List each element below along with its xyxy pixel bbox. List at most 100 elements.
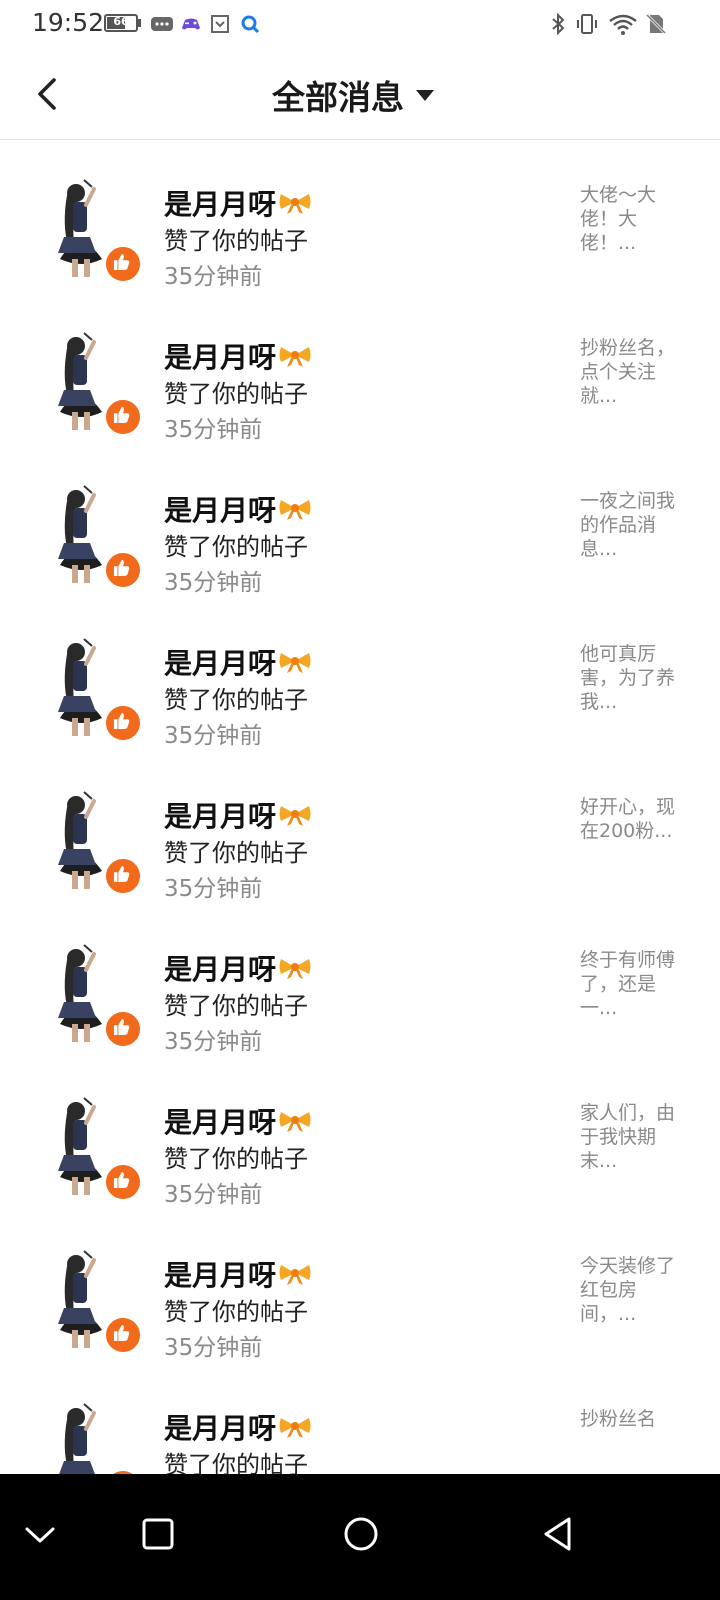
notification-action: 赞了你的帖子 — [164, 1451, 308, 1474]
battery-level-text: 66 — [113, 15, 129, 28]
vibrate-icon — [577, 14, 597, 34]
thumbs-up-icon — [104, 551, 142, 589]
notification-item[interactable]: 是月月呀 赞了你的帖子 35分钟前 今天装修了红包房间，... — [0, 1212, 720, 1365]
avatar[interactable] — [32, 175, 142, 283]
wifi-icon — [609, 14, 637, 35]
bow-icon — [279, 1418, 311, 1438]
thumbs-up-icon — [104, 398, 142, 436]
notification-action: 赞了你的帖子 — [164, 839, 308, 867]
username-row: 是月月呀 — [164, 183, 312, 223]
caret-down-icon — [416, 89, 434, 101]
avatar[interactable] — [32, 481, 142, 589]
username-row: 是月月呀 — [164, 1407, 312, 1447]
header: 全部消息 — [0, 48, 720, 140]
search-app-icon — [241, 15, 260, 34]
username-row: 是月月呀 — [164, 489, 312, 529]
avatar[interactable] — [32, 940, 142, 1048]
notification-time: 35分钟前 — [164, 570, 263, 596]
notification-list[interactable]: 是月月呀 赞了你的帖子 35分钟前 大佬～大佬！大佬！... 是月月呀 赞了你的帖子 35… — [0, 141, 720, 1474]
back-triangle-icon[interactable] — [528, 1504, 588, 1564]
chevron-down-icon[interactable] — [10, 1504, 70, 1564]
page-title: 全部消息 — [272, 78, 404, 117]
post-preview[interactable]: 好开心，现在200粉... — [580, 795, 688, 843]
username[interactable]: 是月月呀 — [164, 489, 276, 529]
username[interactable]: 是月月呀 — [164, 1254, 276, 1294]
back-arrow-icon[interactable] — [26, 68, 70, 120]
chat-bubble-icon — [151, 17, 173, 31]
post-preview[interactable]: 终于有师傅了，还是一... — [580, 948, 688, 1020]
notification-item[interactable]: 是月月呀赞了你的帖子 35分钟前 他可真厉害，为了养我... — [0, 600, 720, 753]
bluetooth-icon — [552, 12, 565, 36]
notification-item[interactable]: 是月月呀赞了你的帖子 35分钟前 家人们，由于我快期末... — [0, 1059, 720, 1212]
avatar[interactable] — [32, 787, 142, 895]
post-preview[interactable]: 抄粉丝名 — [580, 1407, 688, 1431]
download-box-icon — [211, 15, 229, 33]
username[interactable]: 是月月呀 — [164, 795, 276, 835]
notification-item[interactable]: 是月月呀赞了你的帖子 35分钟前 一夜之间我的作品消息... — [0, 447, 720, 600]
username-row: 是月月呀 — [164, 336, 312, 376]
notification-action: 赞了你的帖子 — [164, 992, 308, 1020]
bow-icon — [279, 347, 311, 367]
thumbs-up-icon — [104, 245, 142, 283]
post-preview[interactable]: 今天装修了红包房间，... — [580, 1254, 688, 1326]
navigation-bar — [0, 1474, 720, 1600]
recents-square-icon[interactable] — [128, 1504, 188, 1564]
notification-item[interactable]: 是月月呀赞了你的帖子 35分钟前 好开心，现在200粉... — [0, 753, 720, 906]
notification-time: 35分钟前 — [164, 723, 263, 749]
username-row: 是月月呀 — [164, 1101, 312, 1141]
post-preview[interactable]: 他可真厉害，为了养我... — [580, 642, 688, 714]
notification-action: 赞了你的帖子 — [164, 686, 308, 714]
bow-icon — [279, 1112, 311, 1132]
username[interactable]: 是月月呀 — [164, 336, 276, 376]
status-bar: 19:52 66 — [0, 0, 720, 48]
home-circle-icon[interactable] — [331, 1504, 391, 1564]
avatar[interactable] — [32, 634, 142, 742]
bow-icon — [279, 806, 311, 826]
post-preview[interactable]: 家人们，由于我快期末... — [580, 1101, 688, 1173]
notification-time: 35分钟前 — [164, 1335, 263, 1361]
notification-action: 赞了你的帖子 — [164, 227, 308, 255]
bow-icon — [279, 1265, 311, 1285]
post-preview[interactable]: 一夜之间我的作品消息... — [580, 489, 688, 561]
notification-action: 赞了你的帖子 — [164, 533, 308, 561]
thumbs-up-icon — [104, 1010, 142, 1048]
username[interactable]: 是月月呀 — [164, 183, 276, 223]
thumbs-up-icon — [104, 1316, 142, 1354]
notification-time: 35分钟前 — [164, 1182, 263, 1208]
avatar[interactable] — [32, 1399, 142, 1474]
no-sim-icon — [645, 13, 667, 35]
notification-action: 赞了你的帖子 — [164, 380, 308, 408]
battery-tip — [138, 19, 141, 27]
post-preview[interactable]: 大佬～大佬！大佬！... — [580, 183, 688, 255]
username[interactable]: 是月月呀 — [164, 642, 276, 682]
notification-time: 35分钟前 — [164, 417, 263, 443]
notification-item[interactable]: 是月月呀赞了你的帖子 35分钟前 终于有师傅了，还是一... — [0, 906, 720, 1059]
notification-action: 赞了你的帖子 — [164, 1145, 308, 1173]
gamepad-icon — [182, 18, 200, 30]
battery-icon: 66 — [104, 14, 138, 32]
thumbs-up-icon — [104, 857, 142, 895]
thumbs-up-icon — [104, 1163, 142, 1201]
username-row: 是月月呀 — [164, 948, 312, 988]
avatar[interactable] — [32, 328, 142, 436]
username-row: 是月月呀 — [164, 642, 312, 682]
avatar[interactable] — [32, 1093, 142, 1201]
notification-time: 35分钟前 — [164, 876, 263, 902]
notification-item[interactable]: 是月月呀 赞了你的帖子 35分钟前 大佬～大佬！大佬！... — [0, 141, 720, 294]
avatar[interactable] — [32, 1246, 142, 1354]
username-row: 是月月呀 — [164, 795, 312, 835]
post-preview[interactable]: 抄粉丝名，点个关注就... — [580, 336, 688, 408]
bow-icon — [279, 959, 311, 979]
notification-item[interactable]: 是月月呀赞了你的帖子 35分钟前 抄粉丝名，点个关注就... — [0, 294, 720, 447]
status-time: 19:52 — [32, 8, 105, 37]
bow-icon — [279, 194, 311, 214]
thumbs-up-icon — [104, 704, 142, 742]
username-row: 是月月呀 — [164, 1254, 312, 1294]
message-filter-dropdown[interactable]: 全部消息 — [272, 70, 434, 120]
bow-icon — [279, 500, 311, 520]
notification-item[interactable]: 是月月呀赞了你的帖子35分钟前抄粉丝名 — [0, 1365, 720, 1474]
username[interactable]: 是月月呀 — [164, 948, 276, 988]
username[interactable]: 是月月呀 — [164, 1101, 276, 1141]
notification-time: 35分钟前 — [164, 1029, 263, 1055]
username[interactable]: 是月月呀 — [164, 1407, 276, 1447]
